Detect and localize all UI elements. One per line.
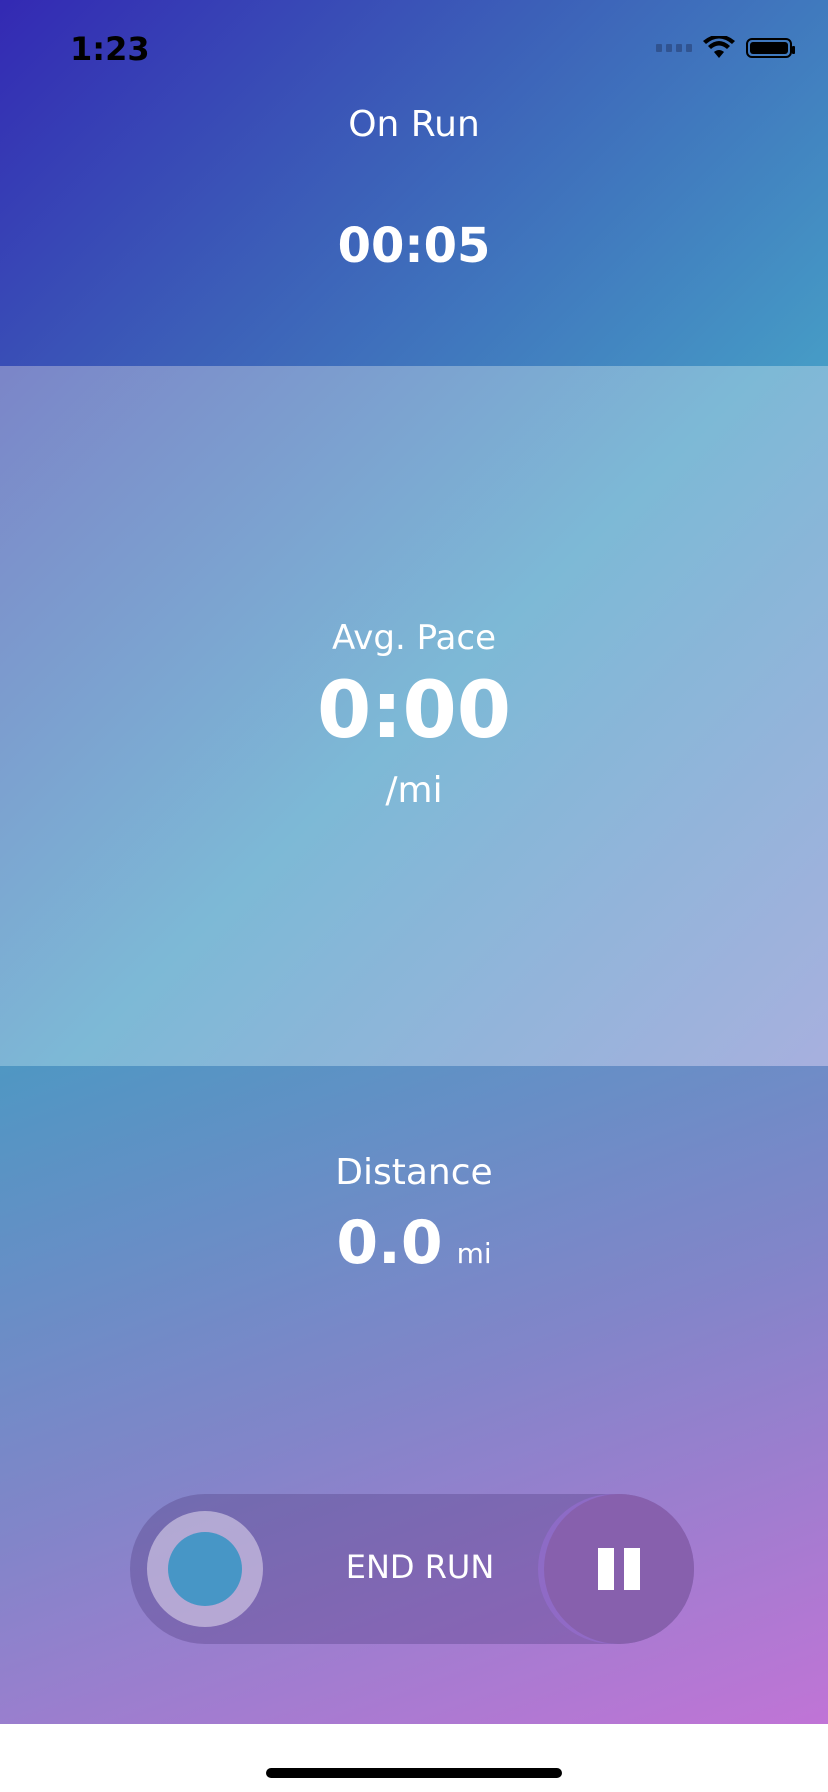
distance-row: 0.0 mi (0, 1208, 828, 1278)
battery-icon (746, 38, 795, 58)
distance-panel: Distance 0.0 mi END RUN (0, 1066, 828, 1724)
distance-label: Distance (335, 1152, 493, 1193)
status-time: 1:23 (70, 30, 150, 68)
run-timer: 00:05 (337, 218, 491, 274)
page-title: On Run (348, 104, 480, 145)
pace-unit: /mi (385, 770, 443, 811)
pace-label: Avg. Pace (331, 618, 496, 658)
signal-icon (656, 44, 692, 52)
distance-value: 0.0 (336, 1208, 443, 1278)
timer-header: 1:23 On Run 00:05 (0, 0, 828, 366)
wifi-icon (703, 36, 735, 58)
home-indicator[interactable] (266, 1768, 562, 1778)
distance-unit: mi (456, 1237, 492, 1270)
status-icons (656, 36, 795, 60)
pace-value: 0:00 (316, 666, 511, 756)
end-run-label: END RUN (345, 1548, 495, 1586)
pause-button[interactable] (544, 1494, 694, 1644)
slider-knob-track[interactable] (147, 1511, 263, 1627)
slider-knob[interactable] (168, 1532, 242, 1606)
pace-panel: Avg. Pace 0:00 /mi (0, 366, 828, 1066)
home-area (0, 1724, 828, 1792)
end-run-slider[interactable]: END RUN (130, 1494, 694, 1644)
